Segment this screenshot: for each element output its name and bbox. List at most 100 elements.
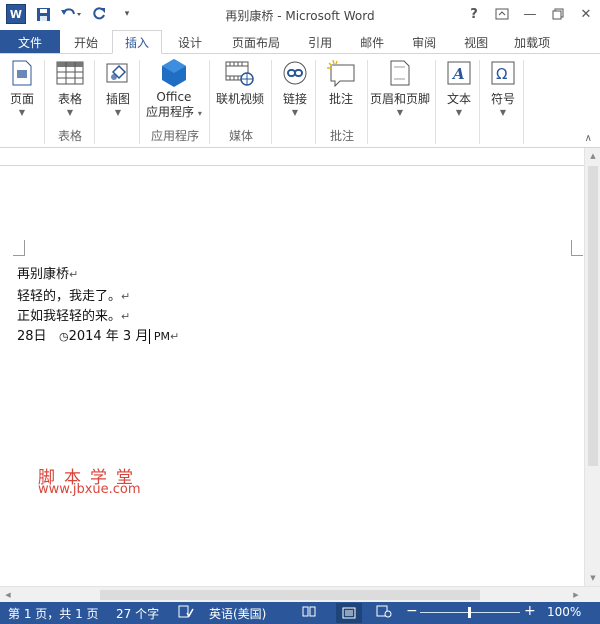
- language[interactable]: 英语(美国): [209, 605, 266, 622]
- close-icon[interactable]: ✕: [572, 0, 600, 28]
- group-label-apps: 应用程序: [150, 129, 199, 143]
- zoom-level[interactable]: 100%: [547, 605, 581, 619]
- symbols-label: 符号: [490, 92, 515, 106]
- horizontal-scroll-thumb[interactable]: [100, 590, 480, 600]
- date-field[interactable]: 2014 年 3 月: [69, 329, 149, 344]
- header-footer-label: 页眉和页脚: [370, 92, 431, 106]
- group-label-tables: 表格: [57, 129, 82, 143]
- scroll-down-icon[interactable]: ▼: [585, 570, 600, 586]
- comment-label: 批注: [328, 92, 353, 106]
- vertical-scroll-thumb[interactable]: [588, 166, 598, 466]
- document-page[interactable]: [0, 166, 584, 586]
- ruler-area: [0, 148, 600, 166]
- scroll-left-icon[interactable]: ◀: [0, 587, 16, 603]
- group-links: 链接 ▼: [272, 54, 316, 148]
- table-button[interactable]: 表格 ▼: [55, 58, 85, 117]
- online-video-button[interactable]: 联机视频: [216, 58, 264, 107]
- office-apps-button[interactable]: Office 应用程序 ▾: [146, 58, 202, 121]
- paragraph-mark: ↵: [169, 330, 180, 343]
- header-footer-button[interactable]: 页眉和页脚 ▼: [370, 58, 430, 117]
- doc-line-text: 28日: [17, 329, 59, 344]
- dropdown-arrow-icon: ▼: [396, 108, 404, 117]
- group-divider: [523, 60, 524, 144]
- page-icon: [7, 58, 37, 88]
- dropdown-arrow-icon: ▼: [114, 108, 122, 117]
- dropdown-arrow-icon: ▼: [455, 108, 463, 117]
- doc-line-text: 再别康桥: [17, 267, 70, 282]
- group-label-media: 媒体: [228, 129, 253, 143]
- margin-marker-left: [13, 240, 25, 256]
- shapes-icon: [103, 58, 133, 88]
- tab-addins[interactable]: 加载项: [502, 30, 562, 54]
- paragraph-mark: ↵: [121, 290, 131, 303]
- time-field[interactable]: PM: [150, 330, 170, 343]
- page-count[interactable]: 第 1 页，共 1 页: [8, 605, 99, 622]
- web-layout-icon[interactable]: [376, 605, 392, 621]
- group-media: 联机视频 媒体: [210, 54, 272, 148]
- scroll-right-icon[interactable]: ▶: [568, 587, 584, 603]
- proofing-icon[interactable]: [178, 605, 194, 622]
- new-comment-icon: [326, 58, 356, 88]
- word-count[interactable]: 27 个字: [116, 605, 159, 622]
- text-button[interactable]: A 文本 ▼: [444, 58, 474, 117]
- dropdown-arrow-icon: ▼: [291, 108, 299, 117]
- comment-button[interactable]: 批注: [326, 58, 356, 107]
- table-label: 表格: [57, 92, 82, 106]
- watermark-url: www.jbxue.com: [38, 482, 141, 497]
- ribbon-display-options-icon[interactable]: [488, 0, 516, 28]
- tab-file[interactable]: 文件: [0, 30, 60, 54]
- tab-home[interactable]: 开始: [60, 30, 112, 54]
- table-icon: [55, 58, 85, 88]
- collapse-ribbon-icon[interactable]: ∧: [585, 133, 592, 144]
- group-symbols: Ω 符号 ▼: [480, 54, 524, 148]
- tab-design[interactable]: 设计: [162, 30, 218, 54]
- zoom-in-button[interactable]: +: [524, 603, 536, 619]
- office-apps-label-2: 应用程序 ▾: [146, 105, 202, 119]
- dropdown-arrow-icon: ▼: [499, 108, 507, 117]
- doc-line[interactable]: 轻轻的，我走了。↵: [17, 285, 130, 304]
- group-header-footer: 页眉和页脚 ▼: [368, 54, 436, 148]
- svg-text:Ω: Ω: [496, 65, 507, 83]
- doc-line-date[interactable]: 28日 ◷2014 年 3 月 PM↵: [17, 325, 179, 344]
- links-label: 链接: [282, 92, 307, 106]
- tab-page-layout[interactable]: 页面布局: [218, 30, 294, 54]
- tab-review[interactable]: 审阅: [398, 30, 450, 54]
- links-button[interactable]: 链接 ▼: [280, 58, 310, 117]
- pages-button[interactable]: 页面 ▼: [7, 58, 37, 117]
- ribbon-insert: 页面 ▼ 表格 ▼ 表格 插图 ▼ Office 应用程序 ▾ 应用程序 联机视…: [0, 53, 600, 148]
- online-video-icon: [225, 58, 255, 88]
- office-store-icon: [159, 58, 189, 88]
- title-bar: W ▾ 再别康桥 - Microsoft Word ? — ✕: [0, 0, 600, 30]
- minimize-icon[interactable]: —: [516, 0, 544, 28]
- restore-icon[interactable]: [544, 0, 572, 28]
- group-pages: 页面 ▼: [0, 54, 45, 148]
- doc-line[interactable]: 再别康桥↵: [17, 263, 78, 282]
- svg-text:A: A: [451, 65, 465, 83]
- group-text: A 文本 ▼: [436, 54, 480, 148]
- clock-field-icon: ◷: [58, 330, 69, 343]
- tab-references[interactable]: 引用: [294, 30, 346, 54]
- vertical-scrollbar[interactable]: ▲ ▼: [584, 148, 600, 586]
- read-mode-icon[interactable]: [302, 605, 316, 620]
- tab-mailings[interactable]: 邮件: [346, 30, 398, 54]
- dropdown-arrow-icon: ▼: [66, 108, 74, 117]
- text-box-icon: A: [444, 58, 474, 88]
- illustrations-label: 插图: [105, 92, 130, 106]
- scroll-up-icon[interactable]: ▲: [585, 148, 600, 164]
- doc-line[interactable]: 正如我轻轻的来。↵: [17, 305, 130, 324]
- zoom-slider-knob[interactable]: [468, 607, 471, 618]
- tab-view[interactable]: 视图: [450, 30, 502, 54]
- tab-insert[interactable]: 插入: [112, 30, 163, 54]
- dropdown-arrow-icon: ▼: [18, 108, 26, 117]
- zoom-out-button[interactable]: −: [406, 603, 418, 619]
- print-layout-icon[interactable]: [336, 603, 362, 623]
- help-icon[interactable]: ?: [460, 0, 488, 28]
- illustrations-button[interactable]: 插图 ▼: [103, 58, 133, 117]
- group-label-comments: 批注: [329, 129, 354, 143]
- symbols-button[interactable]: Ω 符号 ▼: [488, 58, 518, 117]
- window-controls: ? — ✕: [460, 0, 600, 28]
- zoom-slider[interactable]: [420, 607, 520, 618]
- pages-label: 页面: [9, 92, 34, 106]
- horizontal-scrollbar[interactable]: ◀ ▶: [0, 586, 600, 602]
- omega-symbol-icon: Ω: [488, 58, 518, 88]
